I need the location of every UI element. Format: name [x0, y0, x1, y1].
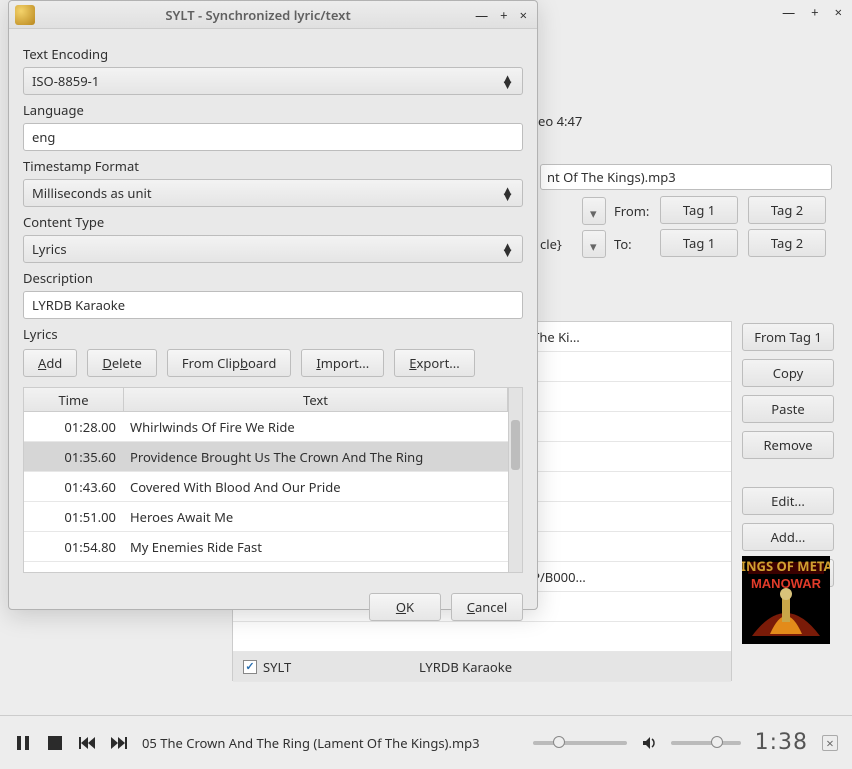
minimize-icon[interactable]: — [782, 3, 795, 21]
next-track-icon[interactable] [110, 734, 128, 752]
album-art[interactable]: KINGS OF METAL MANOWAR [742, 556, 830, 644]
description-label: Description [23, 269, 523, 287]
dialog-maximize-icon[interactable]: + [500, 6, 507, 24]
lyric-time: 01:43.60 [24, 478, 124, 496]
sylt-dialog: SYLT - Synchronized lyric/text — + × Tex… [8, 0, 538, 610]
edit-button[interactable]: Edit... [742, 487, 834, 515]
from-label: From: [614, 202, 649, 220]
from-tag1-side-button[interactable]: From Tag 1 [742, 323, 834, 351]
lyric-row[interactable]: 01:35.60Providence Brought Us The Crown … [24, 442, 508, 472]
playbar-time: 1:38 [755, 730, 808, 755]
remove-button[interactable]: Remove [742, 431, 834, 459]
from-tag2-button[interactable]: Tag 2 [748, 196, 826, 224]
lyrics-label: Lyrics [23, 325, 523, 343]
playbar-track-title: 05 The Crown And The Ring (Lament Of The… [142, 734, 480, 752]
updown-icon: ▲▼ [501, 243, 514, 255]
stop-icon[interactable] [46, 734, 64, 752]
content-type-label: Content Type [23, 213, 523, 231]
lyric-text: Heroes Await Me [124, 508, 508, 526]
timestamp-format-combo[interactable]: Milliseconds as unit ▲▼ [23, 179, 523, 207]
dialog-minimize-icon[interactable]: — [475, 6, 488, 24]
maximize-icon[interactable]: + [811, 3, 818, 21]
lyric-row[interactable]: 01:54.80My Enemies Ride Fast [24, 532, 508, 562]
from-tag1-button[interactable]: Tag 1 [660, 196, 738, 224]
volume-slider[interactable] [671, 741, 741, 745]
content-type-combo[interactable]: Lyrics ▲▼ [23, 235, 523, 263]
from-clipboard-button[interactable]: From Clipboard [167, 349, 291, 377]
paste-button[interactable]: Paste [742, 395, 834, 423]
lyric-text: Whirlwinds Of Fire We Ride [124, 418, 508, 436]
seek-slider[interactable] [533, 741, 627, 745]
text-encoding-label: Text Encoding [23, 45, 523, 63]
filename-field[interactable] [540, 164, 832, 190]
lyric-row[interactable]: 01:43.60Covered With Blood And Our Pride [24, 472, 508, 502]
dialog-titlebar[interactable]: SYLT - Synchronized lyric/text — + × [9, 1, 537, 29]
description-field[interactable] [23, 291, 523, 319]
import-button[interactable]: Import... [301, 349, 384, 377]
lyric-time: 01:58.80 [24, 568, 124, 573]
to-label: To: [614, 235, 632, 253]
text-encoding-combo[interactable]: ISO-8859-1 ▲▼ [23, 67, 523, 95]
time-column-header[interactable]: Time [24, 388, 124, 411]
lyric-time: 01:28.00 [24, 418, 124, 436]
export-button[interactable]: Export... [394, 349, 475, 377]
add-button[interactable]: Add... [742, 523, 834, 551]
to-tag2-button[interactable]: Tag 2 [748, 229, 826, 257]
copy-button[interactable]: Copy [742, 359, 834, 387]
sylt-checkbox[interactable] [243, 660, 257, 674]
format-dropdown-caret-2[interactable] [582, 230, 606, 258]
updown-icon: ▲▼ [501, 187, 514, 199]
prev-track-icon[interactable] [78, 734, 96, 752]
sylt-value: LYRDB Karaoke [413, 658, 731, 676]
lyric-text: Covered With Blood And Our Pride [124, 478, 508, 496]
playbar-close-icon[interactable]: × [822, 735, 838, 751]
lyric-row[interactable]: 01:58.80Knowing Not This Ride's Their La… [24, 562, 508, 572]
text-encoding-value: ISO-8859-1 [32, 72, 99, 90]
lyric-time: 01:54.80 [24, 538, 124, 556]
add-lyric-button[interactable]: Add [23, 349, 77, 377]
app-icon [15, 5, 35, 25]
content-type-value: Lyrics [32, 240, 67, 258]
svg-text:KINGS OF METAL: KINGS OF METAL [742, 557, 830, 575]
volume-icon[interactable] [641, 735, 657, 751]
updown-icon: ▲▼ [501, 75, 514, 87]
dialog-title: SYLT - Synchronized lyric/text [41, 6, 475, 24]
dialog-close-icon[interactable]: × [520, 6, 527, 24]
sylt-frame-row[interactable]: SYLT LYRDB Karaoke [233, 652, 731, 682]
playbar: 05 The Crown And The Ring (Lament Of The… [0, 715, 852, 769]
format-fragment: cle} [540, 235, 562, 253]
delete-lyric-button[interactable]: Delete [87, 349, 157, 377]
lyrics-scrollbar[interactable] [508, 388, 522, 572]
to-tag1-button[interactable]: Tag 1 [660, 229, 738, 257]
ok-button[interactable]: OK [369, 593, 441, 621]
lyric-text: Knowing Not This Ride's Their Last [124, 568, 508, 573]
album-art-image: KINGS OF METAL MANOWAR [742, 556, 830, 644]
text-column-header[interactable]: Text [124, 388, 508, 411]
sylt-name: SYLT [263, 658, 291, 676]
close-icon[interactable]: × [835, 3, 842, 21]
lyric-row[interactable]: 01:51.00Heroes Await Me [24, 502, 508, 532]
lyric-row[interactable]: 01:28.00Whirlwinds Of Fire We Ride [24, 412, 508, 442]
lyric-time: 01:51.00 [24, 508, 124, 526]
lyric-time: 01:35.60 [24, 448, 124, 466]
lyrics-table: Time Text 01:28.00Whirlwinds Of Fire We … [23, 387, 523, 573]
side-button-group: From Tag 1 Copy Paste Remove Edit... Add… [742, 323, 834, 587]
pause-icon[interactable] [14, 734, 32, 752]
lyric-text: My Enemies Ride Fast [124, 538, 508, 556]
lyric-text: Providence Brought Us The Crown And The … [124, 448, 508, 466]
language-field[interactable] [23, 123, 523, 151]
track-info-fragment: eo 4:47 [538, 112, 844, 130]
language-label: Language [23, 101, 523, 119]
timestamp-format-label: Timestamp Format [23, 157, 523, 175]
timestamp-format-value: Milliseconds as unit [32, 184, 152, 202]
cancel-button[interactable]: Cancel [451, 593, 523, 621]
format-dropdown-caret[interactable] [582, 197, 606, 225]
